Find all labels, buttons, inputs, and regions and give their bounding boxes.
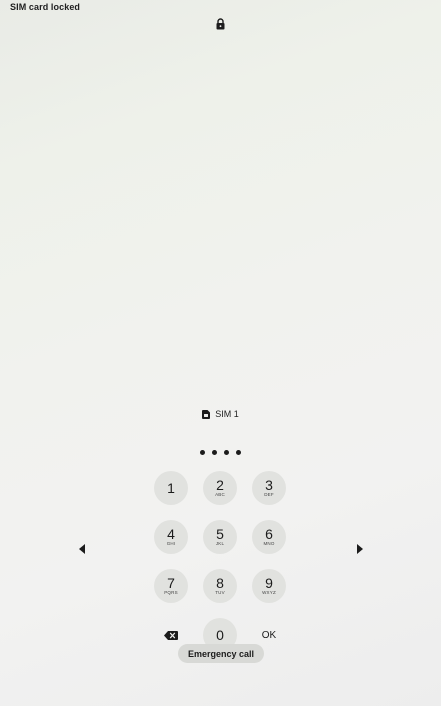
key-3[interactable]: 3 DEF (252, 471, 286, 505)
key-letters: DEF (264, 492, 274, 497)
key-4[interactable]: 4 GHI (154, 520, 188, 554)
key-2[interactable]: 2 ABC (203, 471, 237, 505)
key-8[interactable]: 8 TUV (203, 569, 237, 603)
pin-keypad: 1 2 ABC 3 DEF 4 GHI 5 JKL 6 MNO 7 PQRS 8 (154, 471, 288, 652)
ok-label: OK (261, 629, 277, 641)
pin-dot (236, 450, 241, 455)
key-6[interactable]: 6 MNO (252, 520, 286, 554)
key-digit: 5 (216, 526, 224, 542)
key-letters: JKL (215, 541, 225, 546)
emergency-call-button[interactable]: Emergency call (178, 644, 264, 663)
pin-dot (212, 450, 217, 455)
sim-lock-screen: SIM card locked SIM 1 1 2 ABC 3 DEF 4 GH… (0, 0, 441, 706)
key-5[interactable]: 5 JKL (203, 520, 237, 554)
key-letters: MNO (263, 541, 275, 546)
status-carrier-text: SIM card locked (10, 2, 81, 12)
pin-dot (200, 450, 205, 455)
key-digit: 0 (216, 627, 224, 643)
sim-label: SIM 1 (215, 409, 239, 419)
key-digit: 8 (216, 575, 224, 591)
key-1[interactable]: 1 (154, 471, 188, 505)
key-digit: 7 (167, 575, 175, 591)
backspace-icon (164, 630, 178, 640)
key-letters: WXYZ (262, 590, 276, 595)
key-digit: 4 (167, 526, 175, 542)
lock-icon (216, 18, 225, 30)
key-digit: 6 (265, 526, 273, 542)
chevron-left-icon[interactable] (79, 544, 85, 554)
chevron-right-icon[interactable] (357, 544, 363, 554)
key-digit: 9 (265, 575, 273, 591)
sim-indicator: SIM 1 (0, 409, 441, 419)
key-digit: 1 (167, 480, 175, 496)
key-9[interactable]: 9 WXYZ (252, 569, 286, 603)
pin-dot (224, 450, 229, 455)
key-letters: TUV (215, 590, 225, 595)
pin-entry-dots (0, 450, 441, 455)
key-7[interactable]: 7 PQRS (154, 569, 188, 603)
sim-card-icon (202, 409, 211, 419)
key-letters: ABC (215, 492, 225, 497)
key-letters: PQRS (164, 590, 178, 595)
key-letters: GHI (166, 541, 176, 546)
key-digit: 3 (265, 477, 273, 493)
key-digit: 2 (216, 477, 224, 493)
